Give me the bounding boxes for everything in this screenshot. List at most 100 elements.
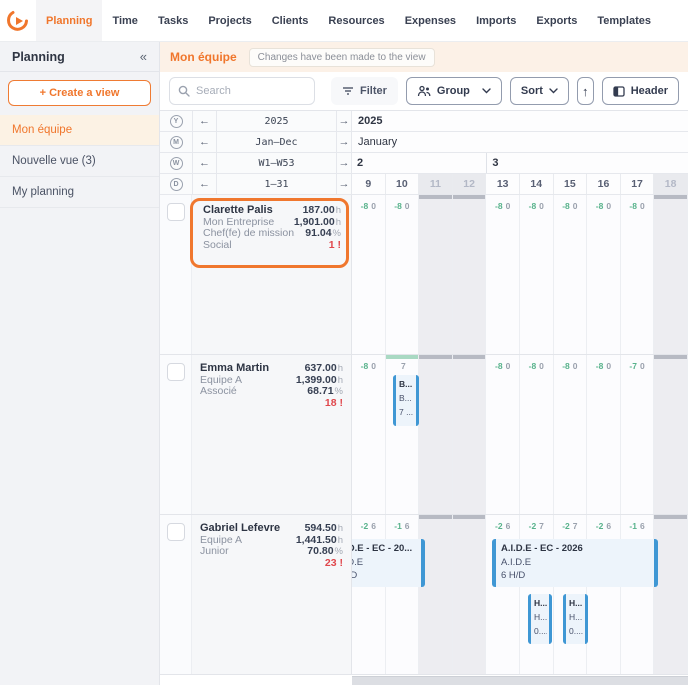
day-cell[interactable]: -70 [621, 355, 655, 514]
sort-button[interactable]: Sort [510, 77, 569, 105]
nav-tab-templates[interactable]: Templates [587, 0, 661, 41]
planned-hours: 6 [371, 521, 376, 531]
year-scale-icon[interactable]: Y [170, 115, 183, 128]
day-header-cell[interactable]: 11 [419, 174, 453, 194]
nav-tab-resources[interactable]: Resources [318, 0, 394, 41]
day-header-cell[interactable]: 17 [621, 174, 655, 194]
day-cell[interactable] [419, 355, 453, 514]
view-title: Mon équipe [170, 50, 237, 64]
day-header-cell[interactable]: 15 [554, 174, 588, 194]
sort-direction-button[interactable]: ↑ [577, 77, 594, 105]
day-range-label[interactable]: 1–31 [216, 174, 336, 194]
week-segment[interactable]: 2 [352, 153, 486, 173]
nav-tab-time[interactable]: Time [102, 0, 147, 41]
nav-tab-exports[interactable]: Exports [526, 0, 587, 41]
sidebar-view-item[interactable]: My planning [0, 177, 159, 208]
nav-tab-imports[interactable]: Imports [466, 0, 526, 41]
sidebar-title: Planning [12, 50, 65, 64]
nav-tab-projects[interactable]: Projects [198, 0, 261, 41]
day-cell[interactable] [453, 515, 487, 674]
day-cell[interactable]: -80 [486, 355, 520, 514]
week-range-label[interactable]: W1–W53 [216, 153, 336, 173]
year-range-label[interactable]: 2025 [216, 111, 336, 131]
next-year-arrow[interactable]: → [336, 111, 352, 131]
app-logo-icon[interactable] [0, 0, 36, 41]
search-input[interactable] [196, 85, 306, 97]
cell-values: -80 [554, 355, 587, 371]
prev-year-arrow[interactable]: ← [192, 111, 216, 131]
next-day-arrow[interactable]: → [336, 174, 352, 194]
alert-count: 23 ! [325, 558, 343, 570]
prev-week-arrow[interactable]: ← [192, 153, 216, 173]
weekend-cap [419, 195, 452, 199]
task-card[interactable]: A.I.D.E - EC - 20...A.I.D.E6 H/D [352, 539, 425, 587]
day-header-cell[interactable]: 13 [486, 174, 520, 194]
day-header-cell[interactable]: 14 [520, 174, 554, 194]
filter-button[interactable]: Filter [331, 77, 398, 105]
day-header-cell[interactable]: 9 [352, 174, 386, 194]
resource-card[interactable]: Clarette Palis187.00hMon Entreprise1,901… [192, 195, 352, 354]
sidebar-view-item[interactable]: Mon équipe [0, 115, 159, 146]
resource-card[interactable]: Gabriel Lefevre594.50hEquipe A1,441.50hJ… [192, 515, 352, 674]
day-cell[interactable] [419, 195, 453, 354]
day-header-cell[interactable]: 12 [453, 174, 487, 194]
planned-hours: 7 [573, 521, 578, 531]
task-card[interactable]: B...B...7 ... [393, 375, 419, 426]
day-header-cell[interactable]: 18 [654, 174, 688, 194]
resource-attribute: Associé [200, 386, 237, 398]
month-range-label[interactable]: Jan–Dec [216, 132, 336, 152]
table-row: Emma Martin637.00hEquipe A1,399.00hAssoc… [160, 355, 688, 515]
prev-day-arrow[interactable]: ← [192, 174, 216, 194]
day-cell[interactable]: -80 [520, 195, 554, 354]
day-cell[interactable]: -80 [587, 355, 621, 514]
day-cell[interactable] [419, 515, 453, 674]
group-button[interactable]: Group [406, 77, 502, 105]
day-cell[interactable] [453, 355, 487, 514]
week-segment[interactable]: 3 [486, 153, 688, 173]
day-cell[interactable]: -80 [520, 355, 554, 514]
remaining-hours: -1 [629, 521, 637, 531]
week-scale-icon[interactable]: W [170, 157, 183, 170]
day-cell[interactable] [453, 195, 487, 354]
day-header-cell[interactable]: 10 [386, 174, 420, 194]
table-row: Clarette Palis187.00hMon Entreprise1,901… [160, 195, 688, 355]
day-scale-icon[interactable]: D [170, 178, 183, 191]
day-cell[interactable]: -80 [486, 195, 520, 354]
task-card[interactable]: H...H...0.... [528, 594, 552, 644]
resource-card[interactable]: Emma Martin637.00hEquipe A1,399.00hAssoc… [192, 355, 352, 514]
day-cell[interactable] [654, 355, 688, 514]
weekend-cap [654, 515, 687, 519]
search-box[interactable] [169, 77, 315, 105]
horizontal-scrollbar[interactable] [352, 676, 688, 685]
day-cell[interactable]: -80 [386, 195, 420, 354]
day-header-cell[interactable]: 16 [587, 174, 621, 194]
day-cell[interactable]: -80 [352, 195, 386, 354]
next-month-arrow[interactable]: → [336, 132, 352, 152]
collapse-sidebar-icon[interactable]: « [140, 49, 147, 64]
row-checkbox[interactable] [167, 523, 185, 541]
create-view-button[interactable]: + Create a view [8, 80, 151, 106]
prev-month-arrow[interactable]: ← [192, 132, 216, 152]
day-cell[interactable]: -80 [352, 355, 386, 514]
metric-unit: h [336, 217, 341, 228]
month-scale-icon[interactable]: M [170, 136, 183, 149]
task-card[interactable]: A.I.D.E - EC - 2026A.I.D.E6 H/D [492, 539, 658, 587]
header-button[interactable]: Header [602, 77, 679, 105]
next-week-arrow[interactable]: → [336, 153, 352, 173]
nav-tab-planning[interactable]: Planning [36, 0, 102, 41]
task-card-line: B... [399, 377, 414, 391]
nav-tab-clients[interactable]: Clients [262, 0, 319, 41]
nav-tab-expenses[interactable]: Expenses [395, 0, 466, 41]
nav-tab-tasks[interactable]: Tasks [148, 0, 198, 41]
day-cell[interactable]: -80 [554, 355, 588, 514]
day-cell[interactable] [654, 195, 688, 354]
day-cell[interactable]: -80 [554, 195, 588, 354]
task-card[interactable]: H...H...0.... [563, 594, 588, 644]
day-cell[interactable] [654, 515, 688, 674]
task-card-line: 0.... [534, 624, 547, 638]
day-cell[interactable]: -80 [621, 195, 655, 354]
sidebar-view-item[interactable]: Nouvelle vue (3) [0, 146, 159, 177]
day-cell[interactable]: -80 [587, 195, 621, 354]
row-checkbox[interactable] [167, 203, 185, 221]
row-checkbox[interactable] [167, 363, 185, 381]
